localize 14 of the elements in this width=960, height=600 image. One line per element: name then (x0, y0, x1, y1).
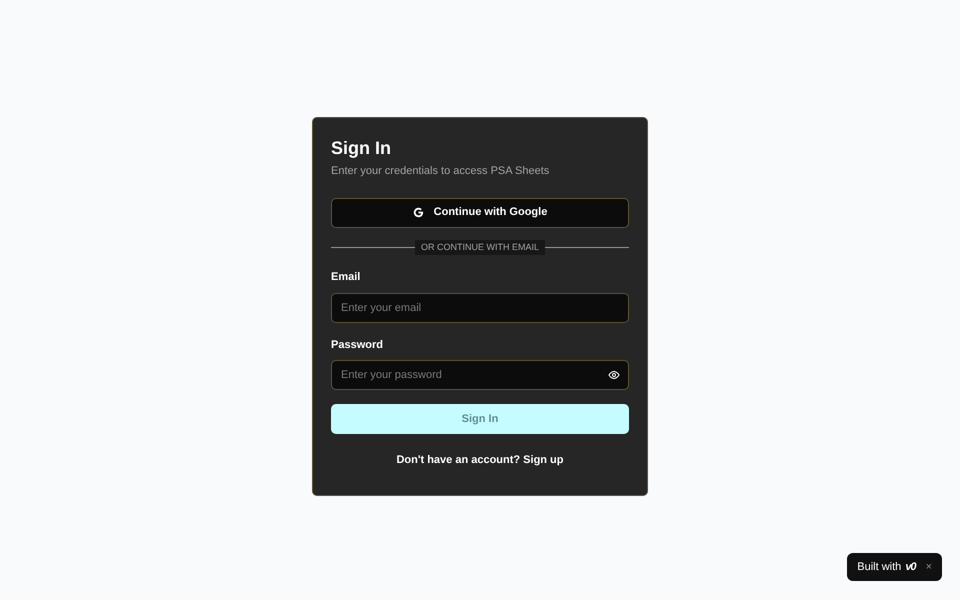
password-field[interactable]: Enter your password (331, 360, 629, 390)
google-icon (412, 207, 424, 218)
google-button[interactable]: Continue with Google (331, 198, 629, 228)
eye-icon[interactable] (608, 369, 620, 381)
sign-up-link[interactable]: Don't have an account? Sign up (331, 452, 629, 468)
brand-logo: v0 (905, 560, 916, 575)
close-button[interactable]: × (926, 558, 932, 576)
email-field[interactable]: Enter your email (331, 292, 629, 322)
card-subtitle: Enter your credentials to access PSA Sheets (331, 164, 550, 179)
field-label: Password (331, 338, 384, 352)
field-label: Email (331, 270, 362, 285)
card-title: Sign In (331, 137, 392, 160)
badge-label: Built with (857, 560, 902, 575)
divider-label: OR CONTINUE WITH EMAIL (415, 240, 546, 255)
